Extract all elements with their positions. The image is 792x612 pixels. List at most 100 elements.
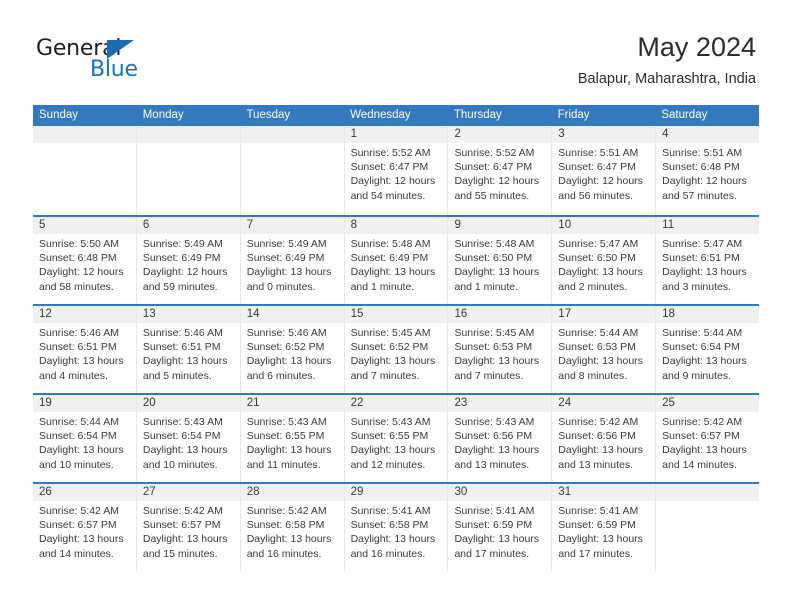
day-cell[interactable]: 22 Sunrise: 5:43 AM Sunset: 6:55 PM Dayligh… xyxy=(344,395,449,482)
sunrise-text: Sunrise: 5:45 AM xyxy=(454,327,535,339)
sunset-text: Sunset: 6:53 PM xyxy=(454,341,533,354)
day-cell[interactable]: 10 Sunrise: 5:47 AM Sunset: 6:50 PM Dayligh… xyxy=(552,217,657,304)
day-number: 10 xyxy=(552,217,656,234)
day-cell[interactable]: 21 Sunrise: 5:43 AM Sunset: 6:55 PM Dayligh… xyxy=(240,395,345,482)
sunrise-text: Sunrise: 5:43 AM xyxy=(142,416,223,428)
daylight-text-line2: and 14 minutes. xyxy=(662,458,737,471)
daylight-text-line2: and 7 minutes. xyxy=(350,369,420,382)
day-info: Sunrise: 5:44 AM Sunset: 6:54 PM Daylight:… xyxy=(33,412,136,472)
sunset-text: Sunset: 6:57 PM xyxy=(39,519,117,532)
day-info: Sunrise: 5:46 AM Sunset: 6:51 PM Daylight:… xyxy=(137,323,240,383)
day-cell[interactable]: 28 Sunrise: 5:42 AM Sunset: 6:58 PM Dayligh… xyxy=(240,484,345,571)
day-cell[interactable]: 11 Sunrise: 5:47 AM Sunset: 6:51 PM Dayligh… xyxy=(656,217,760,304)
day-number xyxy=(33,126,136,143)
sunset-text: Sunset: 6:54 PM xyxy=(39,430,117,443)
day-cell[interactable]: 15 Sunrise: 5:45 AM Sunset: 6:52 PM Dayligh… xyxy=(344,306,449,393)
sunrise-text: Sunrise: 5:44 AM xyxy=(558,327,639,339)
day-number: 3 xyxy=(552,126,656,143)
sunrise-text: Sunrise: 5:44 AM xyxy=(39,416,119,428)
day-number: 27 xyxy=(136,484,240,501)
day-cell[interactable]: 1 Sunrise: 5:52 AM Sunset: 6:47 PM Daylight… xyxy=(344,126,449,215)
daylight-text-line1: Daylight: 13 hours xyxy=(246,355,332,368)
weekday-header-thursday: Thursday xyxy=(453,109,502,121)
day-cell[interactable]: 7 Sunrise: 5:49 AM Sunset: 6:49 PM Daylight… xyxy=(240,217,345,304)
daylight-text-line1: Daylight: 12 hours xyxy=(662,175,747,188)
daylight-text-line1: Daylight: 13 hours xyxy=(142,444,228,457)
calendar-grid: Sunday Monday Tuesday Wednesday Thursday Frid… xyxy=(33,105,760,571)
day-cell[interactable]: 3 Sunrise: 5:51 AM Sunset: 6:47 PM Daylight… xyxy=(552,126,657,215)
day-number xyxy=(656,484,760,501)
day-number: 4 xyxy=(656,126,760,143)
day-cell[interactable]: 8 Sunrise: 5:48 AM Sunset: 6:49 PM Daylight… xyxy=(344,217,449,304)
day-info: Sunrise: 5:48 AM Sunset: 6:50 PM Daylight:… xyxy=(448,234,551,294)
sunrise-text: Sunrise: 5:43 AM xyxy=(246,416,327,428)
day-info: Sunrise: 5:42 AM Sunset: 6:58 PM Daylight:… xyxy=(241,501,344,561)
day-number: 21 xyxy=(240,395,344,412)
day-cell[interactable]: 13 Sunrise: 5:46 AM Sunset: 6:51 PM Dayligh… xyxy=(136,306,241,393)
day-cell[interactable]: 14 Sunrise: 5:46 AM Sunset: 6:52 PM Dayligh… xyxy=(240,306,345,393)
day-cell[interactable]: 16 Sunrise: 5:45 AM Sunset: 6:53 PM Dayligh… xyxy=(448,306,553,393)
weekday-header-tuesday: Tuesday xyxy=(246,109,291,121)
daylight-text-line2: and 6 minutes. xyxy=(246,369,316,382)
day-number: 18 xyxy=(656,306,760,323)
day-cell[interactable]: 31 Sunrise: 5:41 AM Sunset: 6:59 PM Dayligh… xyxy=(552,484,657,571)
sunrise-text: Sunrise: 5:43 AM xyxy=(350,416,431,428)
sunset-text: Sunset: 6:54 PM xyxy=(142,430,221,443)
day-cell[interactable]: 19 Sunrise: 5:44 AM Sunset: 6:54 PM Dayligh… xyxy=(33,395,137,482)
daylight-text-line1: Daylight: 13 hours xyxy=(39,533,124,546)
weekday-header-monday: Monday xyxy=(142,109,184,121)
calendar-page: General Blue May 2024 Balapur, Maharasht… xyxy=(0,0,792,612)
day-number: 25 xyxy=(656,395,760,412)
daylight-text-line2: and 54 minutes. xyxy=(350,189,426,202)
day-cell[interactable]: 4 Sunrise: 5:51 AM Sunset: 6:48 PM Daylight… xyxy=(656,126,760,215)
day-cell-empty xyxy=(240,126,345,215)
day-cell[interactable]: 27 Sunrise: 5:42 AM Sunset: 6:57 PM Dayligh… xyxy=(136,484,241,571)
day-number: 26 xyxy=(33,484,136,501)
day-cell[interactable]: 30 Sunrise: 5:41 AM Sunset: 6:59 PM Dayligh… xyxy=(448,484,553,571)
sunrise-text: Sunrise: 5:48 AM xyxy=(454,238,535,250)
day-info: Sunrise: 5:41 AM Sunset: 6:58 PM Daylight:… xyxy=(345,501,448,561)
daylight-text-line2: and 3 minutes. xyxy=(662,280,732,293)
day-cell[interactable]: 5 Sunrise: 5:50 AM Sunset: 6:48 PM Daylight… xyxy=(33,217,137,304)
day-cell[interactable]: 6 Sunrise: 5:49 AM Sunset: 6:49 PM Daylight… xyxy=(136,217,241,304)
day-cell[interactable]: 20 Sunrise: 5:43 AM Sunset: 6:54 PM Dayligh… xyxy=(136,395,241,482)
day-info: Sunrise: 5:51 AM Sunset: 6:48 PM Daylight:… xyxy=(656,143,759,203)
day-cell[interactable]: 12 Sunrise: 5:46 AM Sunset: 6:51 PM Dayligh… xyxy=(33,306,137,393)
day-cell[interactable]: 25 Sunrise: 5:42 AM Sunset: 6:57 PM Dayligh… xyxy=(656,395,760,482)
day-cell[interactable]: 23 Sunrise: 5:43 AM Sunset: 6:56 PM Dayligh… xyxy=(448,395,553,482)
day-info: Sunrise: 5:42 AM Sunset: 6:56 PM Daylight:… xyxy=(552,412,655,472)
day-cell[interactable]: 9 Sunrise: 5:48 AM Sunset: 6:50 PM Daylight… xyxy=(448,217,553,304)
day-number xyxy=(240,126,344,143)
daylight-text-line2: and 13 minutes. xyxy=(558,458,634,471)
general-blue-logo[interactable]: General Blue xyxy=(36,36,216,88)
daylight-text-line2: and 4 minutes. xyxy=(39,369,108,382)
calendar-week-row: 1 Sunrise: 5:52 AM Sunset: 6:47 PM Daylight… xyxy=(33,126,760,215)
day-info: Sunrise: 5:49 AM Sunset: 6:49 PM Daylight:… xyxy=(241,234,344,294)
calendar-body: 1 Sunrise: 5:52 AM Sunset: 6:47 PM Daylight… xyxy=(33,126,760,571)
sunrise-text: Sunrise: 5:44 AM xyxy=(662,327,743,339)
calendar-week-row: 26 Sunrise: 5:42 AM Sunset: 6:57 PM Dayligh… xyxy=(33,482,760,571)
day-info: Sunrise: 5:47 AM Sunset: 6:51 PM Daylight:… xyxy=(656,234,759,294)
day-info: Sunrise: 5:51 AM Sunset: 6:47 PM Daylight:… xyxy=(552,143,655,203)
day-cell[interactable]: 24 Sunrise: 5:42 AM Sunset: 6:56 PM Dayligh… xyxy=(552,395,657,482)
day-info: Sunrise: 5:46 AM Sunset: 6:52 PM Daylight:… xyxy=(241,323,344,383)
sunrise-text: Sunrise: 5:46 AM xyxy=(39,327,119,339)
daylight-text-line2: and 10 minutes. xyxy=(39,458,114,471)
daylight-text-line2: and 2 minutes. xyxy=(558,280,628,293)
sunrise-text: Sunrise: 5:45 AM xyxy=(350,327,431,339)
day-cell[interactable]: 26 Sunrise: 5:42 AM Sunset: 6:57 PM Dayligh… xyxy=(33,484,137,571)
sunrise-text: Sunrise: 5:42 AM xyxy=(662,416,743,428)
sunset-text: Sunset: 6:51 PM xyxy=(662,252,740,265)
day-cell[interactable]: 29 Sunrise: 5:41 AM Sunset: 6:58 PM Dayligh… xyxy=(344,484,449,571)
day-cell[interactable]: 17 Sunrise: 5:44 AM Sunset: 6:53 PM Dayligh… xyxy=(552,306,657,393)
daylight-text-line1: Daylight: 13 hours xyxy=(454,533,540,546)
day-cell-empty xyxy=(656,484,760,571)
sunset-text: Sunset: 6:51 PM xyxy=(39,341,117,354)
daylight-text-line1: Daylight: 13 hours xyxy=(246,444,332,457)
day-cell[interactable]: 18 Sunrise: 5:44 AM Sunset: 6:54 PM Dayligh… xyxy=(656,306,760,393)
daylight-text-line2: and 11 minutes. xyxy=(246,458,321,471)
day-cell[interactable]: 2 Sunrise: 5:52 AM Sunset: 6:47 PM Daylight… xyxy=(448,126,553,215)
day-info: Sunrise: 5:43 AM Sunset: 6:55 PM Daylight:… xyxy=(345,412,448,472)
sunset-text: Sunset: 6:58 PM xyxy=(246,519,325,532)
sunset-text: Sunset: 6:51 PM xyxy=(142,341,221,354)
